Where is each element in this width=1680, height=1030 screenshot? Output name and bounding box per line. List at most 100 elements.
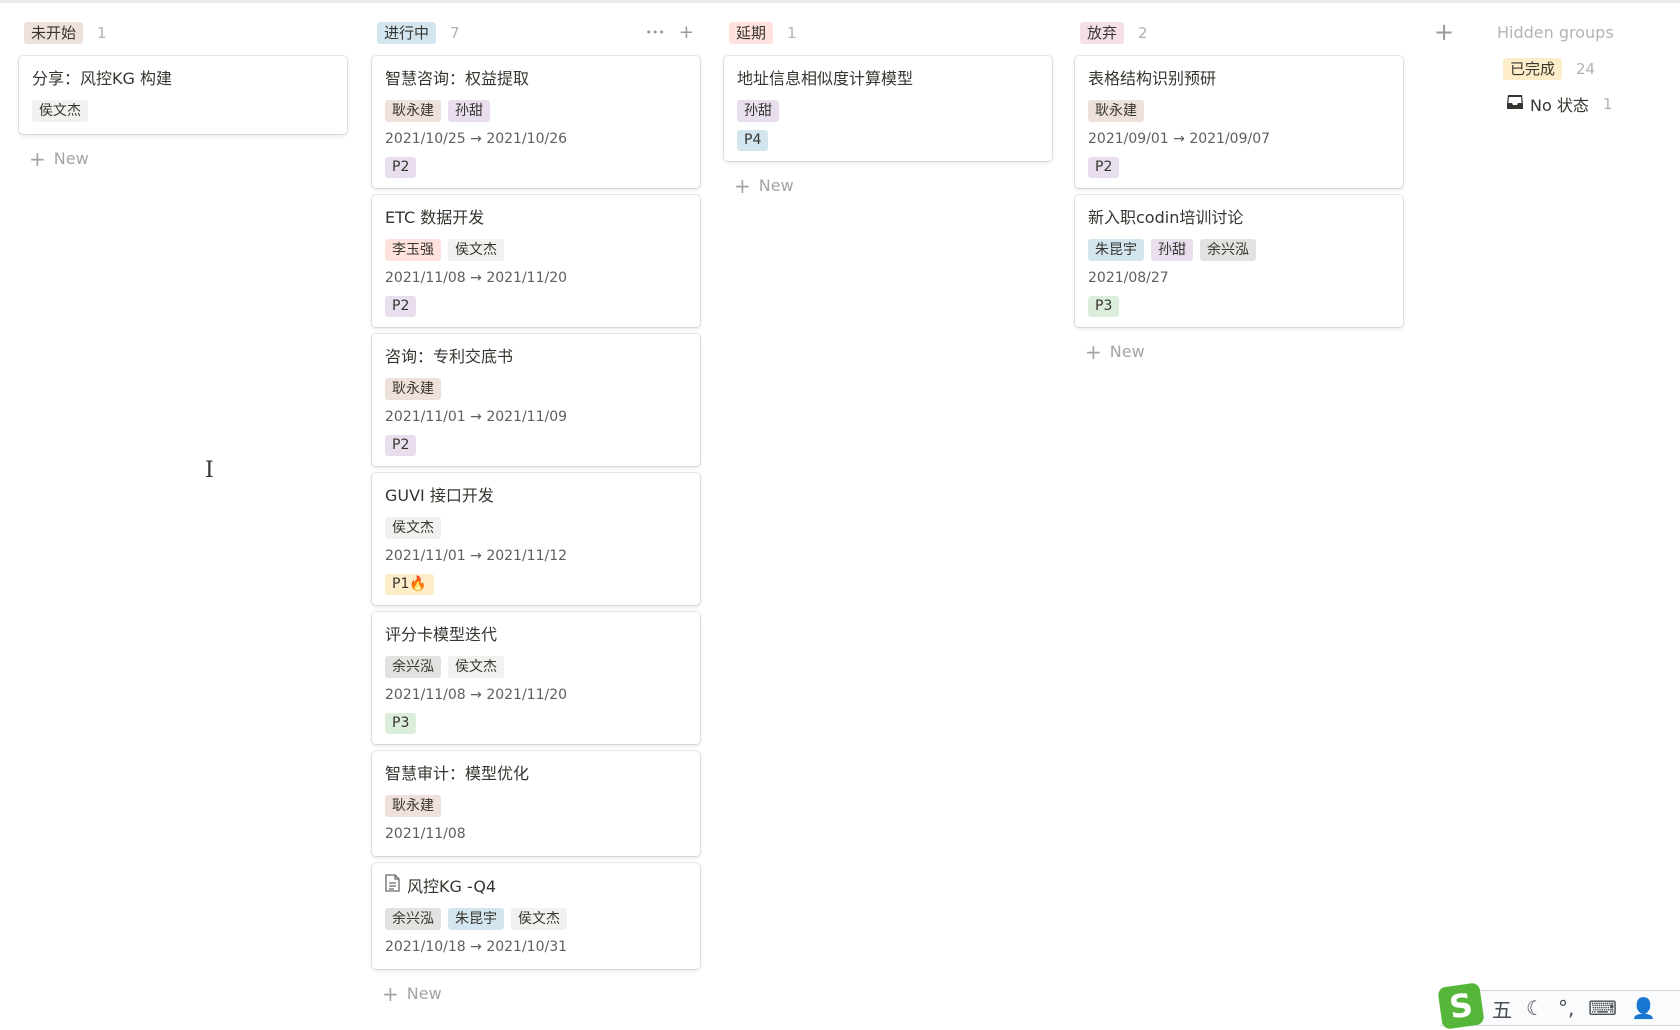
person-tag: 耿永建 (385, 100, 441, 122)
card-title-text: 咨询：专利交底书 (385, 347, 514, 366)
kanban-card[interactable]: 表格结构识别预研耿永建 2021/09/01 → 2021/09/07 P2 (1075, 56, 1403, 188)
kanban-card[interactable]: 智慧咨询：权益提取 耿永建 孙甜 2021/10/25 → 2021/10/26 P2 (372, 56, 700, 188)
punctuation-icon[interactable]: °, (1558, 996, 1574, 1020)
kanban-card[interactable]: 智慧审计：模型优化耿永建 2021/11/08 (372, 751, 700, 856)
card-title-text: 评分卡模型迭代 (385, 625, 498, 644)
card-date: 2021/11/08 (385, 826, 466, 842)
card-title: 风控KG -Q4 (385, 874, 687, 899)
board-column: 进行中 7 ••• + 智慧咨询：权益提取 耿永建 孙甜 2021/10/25 → 2021/… (372, 20, 700, 1011)
group-count: 2 (1138, 24, 1148, 42)
card-title: 地址信息相似度计算模型 (737, 67, 1039, 91)
person-tag: 侯文杰 (448, 656, 504, 678)
group-label[interactable]: 进行中 (377, 22, 437, 44)
column-header: 进行中 7 ••• + (372, 20, 700, 46)
group-count: 1 (787, 24, 797, 42)
kanban-card[interactable]: ETC 数据开发 李玉强 侯文杰 2021/11/08 → 2021/11/20 P2 (372, 195, 700, 327)
person-tags: 朱昆宇 孙甜 余兴泓 (1088, 239, 1390, 261)
group-label[interactable]: 未开始 (24, 22, 84, 44)
column-header: 未开始 1 (19, 20, 347, 46)
priority-tag: P1🔥 (385, 574, 434, 595)
card-title: 智慧咨询：权益提取 (385, 67, 687, 91)
board-column: 放弃 2 表格结构识别预研耿永建 2021/09/01 → 2021/09/07 P2 新… (1075, 20, 1403, 369)
card-title-text: 分享：风控KG 构建 (32, 69, 172, 88)
group-count: 1 (1602, 95, 1613, 113)
card-title-text: 智慧审计：模型优化 (385, 764, 530, 783)
kanban-card[interactable]: 分享：风控KG 构建 侯文杰 (19, 56, 347, 134)
new-card-button[interactable]: + New (1075, 334, 1403, 369)
plus-icon: + (382, 981, 399, 1006)
person-tag: 侯文杰 (32, 100, 88, 122)
person-tags: 耿永建 (385, 378, 687, 400)
person-tags: 耿永建 (385, 795, 687, 817)
group-count: 1 (97, 24, 107, 42)
card-date: 2021/11/08 → 2021/11/20 (385, 270, 568, 286)
card-title: 表格结构识别预研 (1088, 67, 1390, 91)
card-title: 分享：风控KG 构建 (32, 67, 334, 91)
column-header: 放弃 2 (1075, 20, 1403, 46)
priority-tag: P2 (385, 157, 417, 178)
group-count: 7 (450, 24, 460, 42)
card-title: 咨询：专利交底书 (385, 345, 687, 369)
group-label[interactable]: 放弃 (1080, 22, 1125, 44)
text-cursor-icon: I (205, 458, 214, 483)
kanban-card[interactable]: 新入职codin培训讨论 朱昆宇 孙甜 余兴泓 2021/08/27 P3 (1075, 195, 1403, 327)
person-tag: 侯文杰 (385, 517, 441, 539)
card-title-text: 智慧咨询：权益提取 (385, 69, 530, 88)
add-card-icon[interactable]: + (679, 22, 694, 44)
user-icon[interactable]: 👤 (1631, 996, 1656, 1020)
card-date: 2021/09/01 → 2021/09/07 (1088, 131, 1271, 147)
new-label: New (1109, 342, 1145, 361)
hidden-groups: Hidden groups 已完成 24 No 状态 1 (1497, 20, 1677, 116)
new-card-button[interactable]: + New (19, 141, 347, 176)
person-tags: 孙甜 (737, 100, 1039, 122)
plus-icon: + (1085, 339, 1102, 364)
person-tag: 余兴泓 (385, 908, 441, 930)
board-column: 延期 1 地址信息相似度计算模型 孙甜 P4 + New (724, 20, 1052, 203)
person-tag: 余兴泓 (385, 656, 441, 678)
person-tag: 孙甜 (448, 100, 490, 122)
card-title-text: 风控KG -Q4 (407, 876, 497, 896)
card-title-text: 表格结构识别预研 (1088, 69, 1217, 88)
moon-icon[interactable]: ☾ (1526, 996, 1544, 1020)
sogou-logo-icon[interactable]: S (1437, 982, 1485, 1030)
group-label[interactable]: 延期 (729, 22, 774, 44)
plus-icon: + (734, 173, 751, 198)
priority-tag: P2 (1088, 157, 1120, 178)
kanban-card[interactable]: 风控KG -Q4 余兴泓 朱昆宇 侯文杰 2021/10/18 → 2021/10/31 (372, 863, 700, 969)
kanban-card[interactable]: GUVI 接口开发 侯文杰 2021/11/01 → 2021/11/12 P1🔥 (372, 473, 700, 605)
priority-tag: P2 (385, 435, 417, 456)
priority-tag: P4 (737, 130, 769, 151)
card-title: 智慧审计：模型优化 (385, 762, 687, 786)
hidden-group-no-status[interactable]: No 状态 1 (1497, 92, 1677, 116)
kanban-card[interactable]: 咨询：专利交底书 耿永建 2021/11/01 → 2021/11/09 P2 (372, 334, 700, 466)
new-card-button[interactable]: + New (724, 168, 1052, 203)
inbox-icon (1506, 94, 1524, 114)
person-tag: 耿永建 (385, 378, 441, 400)
person-tags: 耿永建 孙甜 (385, 100, 687, 122)
hidden-group-completed[interactable]: 已完成 24 (1497, 58, 1677, 80)
person-tags: 李玉强 侯文杰 (385, 239, 687, 261)
add-group-button[interactable]: + (1434, 18, 1454, 46)
kanban-card[interactable]: 地址信息相似度计算模型 孙甜 P4 (724, 56, 1052, 161)
group-label: 已完成 (1503, 58, 1563, 80)
kanban-card[interactable]: 评分卡模型迭代 余兴泓 侯文杰 2021/11/08 → 2021/11/20 P3 (372, 612, 700, 744)
card-date: 2021/11/01 → 2021/11/09 (385, 409, 568, 425)
ime-toolbar: S 五 ☾ °, ⌨ 👤 (1437, 982, 1680, 1030)
more-options-icon[interactable]: ••• (645, 22, 664, 44)
person-tag: 朱昆宇 (1088, 239, 1144, 261)
card-date: 2021/10/25 → 2021/10/26 (385, 131, 568, 147)
card-date: 2021/11/01 → 2021/11/12 (385, 548, 568, 564)
new-card-button[interactable]: + New (372, 976, 700, 1011)
priority-tag: P3 (385, 713, 417, 734)
card-title-text: 新入职codin培训讨论 (1088, 208, 1244, 227)
card-title-text: GUVI 接口开发 (385, 486, 494, 505)
card-title: GUVI 接口开发 (385, 484, 687, 508)
person-tags: 耿永建 (1088, 100, 1390, 122)
priority-tag: P2 (385, 296, 417, 317)
person-tag: 余兴泓 (1200, 239, 1256, 261)
keyboard-icon[interactable]: ⌨ (1588, 996, 1617, 1020)
card-title: 评分卡模型迭代 (385, 623, 687, 647)
top-divider (0, 0, 1680, 3)
ime-mode[interactable]: 五 (1492, 994, 1512, 1023)
card-date: 2021/11/08 → 2021/11/20 (385, 687, 568, 703)
